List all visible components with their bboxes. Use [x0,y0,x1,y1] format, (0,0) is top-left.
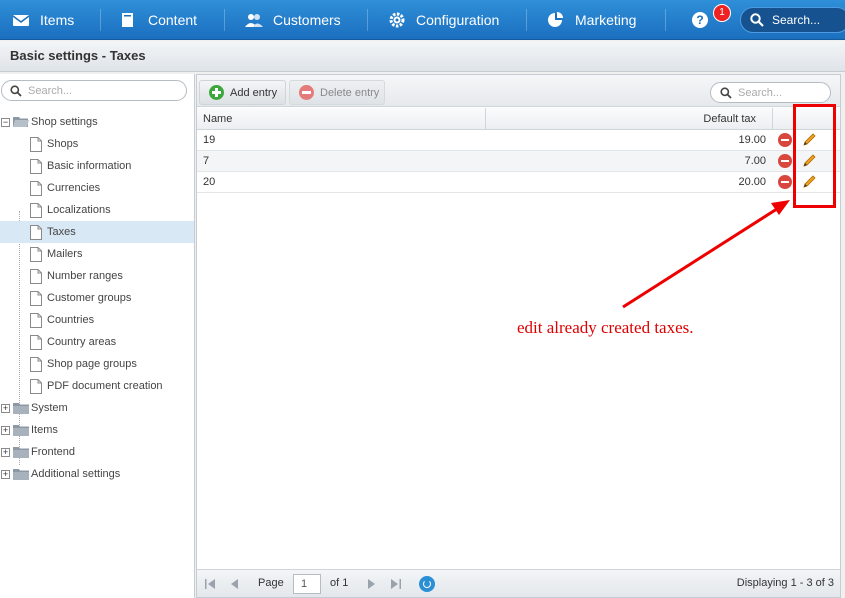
annotation-text: edit already created taxes. [517,318,694,337]
annotation-arrow [622,200,790,309]
